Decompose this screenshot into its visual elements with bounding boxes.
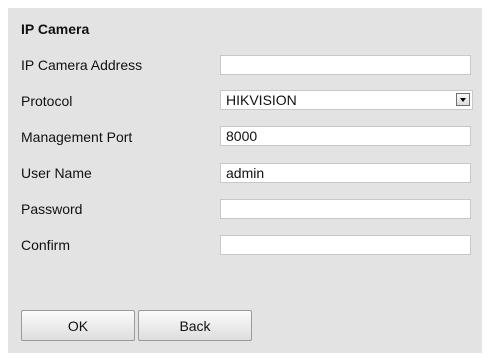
ok-button[interactable]: OK <box>21 310 135 341</box>
management-port-input[interactable] <box>220 126 471 146</box>
back-button[interactable]: Back <box>138 310 252 341</box>
chevron-down-icon[interactable] <box>456 93 470 106</box>
protocol-selected-value: HIKVISION <box>226 92 297 108</box>
ip-camera-address-input[interactable] <box>220 55 471 75</box>
ip-camera-address-label: IP Camera Address <box>21 57 143 73</box>
protocol-label: Protocol <box>21 93 73 109</box>
password-label: Password <box>21 201 83 217</box>
management-port-label: Management Port <box>21 129 133 145</box>
confirm-label: Confirm <box>21 237 71 253</box>
user-name-label: User Name <box>21 165 92 181</box>
confirm-password-input[interactable] <box>220 235 471 255</box>
ip-camera-panel: IP Camera IP Camera Address Protocol HIK… <box>8 8 482 353</box>
protocol-select[interactable]: HIKVISION <box>220 90 473 110</box>
section-title: IP Camera <box>21 21 90 37</box>
password-input[interactable] <box>220 199 471 219</box>
user-name-input[interactable] <box>220 163 471 183</box>
